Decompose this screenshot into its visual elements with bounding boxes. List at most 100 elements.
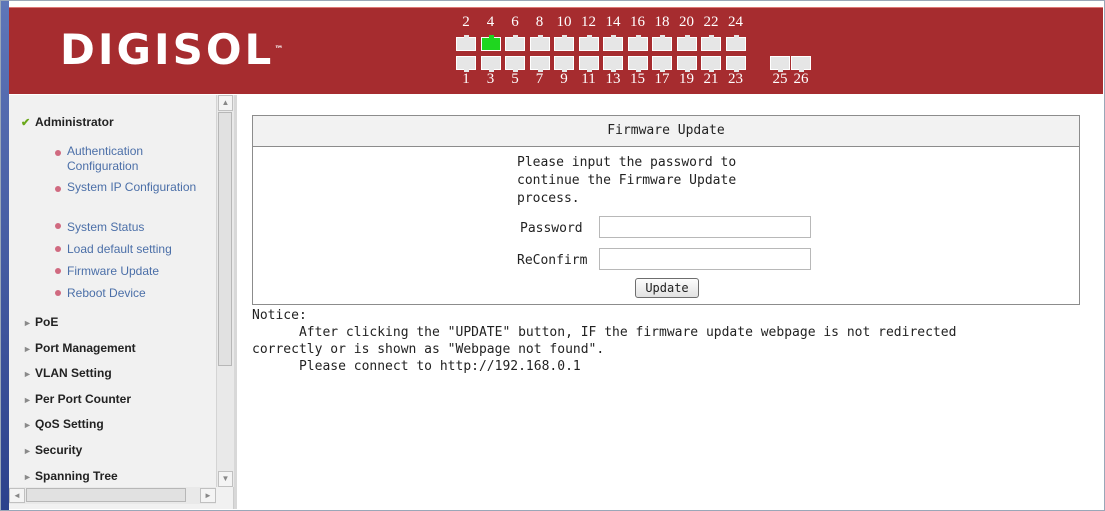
window-edge [1,1,9,510]
header-banner: DIGISOL™ 2 4 6 8 10 12 14 16 18 20 22 24 1 3 5 7 9 11 13 15… [9,7,1103,94]
port-number-label: 1 [462,71,470,87]
bullet-icon [55,268,61,274]
port-2-icon[interactable] [456,35,476,51]
sidebar-sub-system-status[interactable]: System Status [67,220,207,235]
sidebar-vertical-scrollbar[interactable]: ▲ ▼ [216,95,234,487]
port-3-icon[interactable] [480,56,501,72]
sidebar-sub-reboot[interactable]: Reboot Device [67,286,207,301]
scroll-thumb[interactable] [218,112,232,366]
sidebar-sub-authentication[interactable]: Authentication Configuration [67,144,207,174]
password-label: Password [520,221,583,236]
bullet-icon [55,290,61,296]
sidebar-item-security[interactable]: ► Security [23,443,82,457]
arrow-right-icon: ► [23,318,32,328]
port-4-icon[interactable] [480,35,501,51]
port-number-label: 5 [511,71,519,87]
port-1-icon[interactable] [456,56,476,72]
port-24-icon[interactable] [725,35,746,51]
notice-title: Notice: [252,308,307,323]
panel-title: Firmware Update [253,116,1079,147]
sidebar-item-poe[interactable]: ► PoE [23,315,58,329]
port-number-label: 15 [630,71,645,87]
port-number-label: 16 [630,14,645,30]
sidebar-horizontal-scrollbar[interactable]: ◄ ► [9,487,216,504]
port-number-label: 24 [728,14,743,30]
arrow-right-icon: ► [23,472,32,482]
port-13-icon[interactable] [603,56,623,72]
browser-frame: DIGISOL™ 2 4 6 8 10 12 14 16 18 20 22 24 1 3 5 7 9 11 13 15… [0,0,1105,511]
notice-block: Notice: After clicking the "UPDATE" butt… [252,307,1092,375]
port-number-label: 8 [535,14,544,30]
port-15-icon[interactable] [627,56,648,72]
sidebar-sub-load-default[interactable]: Load default setting [67,242,207,257]
reconfirm-input[interactable] [599,248,811,270]
sidebar: ✔ Administrator Authentication Configurat… [9,95,234,509]
digisol-logo: DIGISOL™ [47,28,283,72]
arrow-right-icon: ► [23,446,32,456]
port-7-icon[interactable] [529,56,550,72]
port-12-icon[interactable] [578,35,599,51]
port-6-icon[interactable] [505,35,525,51]
port-number-label: 9 [560,71,568,87]
sidebar-item-spanning-tree[interactable]: ► Spanning Tree [23,469,118,483]
port-18-icon[interactable] [652,35,672,51]
main-content: Firmware Update Please input the passwor… [234,95,1104,509]
port-number-label: 23 [728,71,743,87]
arrow-right-icon: ► [23,420,32,430]
scroll-up-icon[interactable]: ▲ [218,95,233,111]
port-19-icon[interactable] [676,56,697,72]
port-number-label: 18 [654,14,670,30]
sidebar-item-vlan-setting[interactable]: ► VLAN Setting [23,366,112,380]
port-number-label: 11 [581,71,596,87]
port-23-icon[interactable] [725,56,746,72]
port-11-icon[interactable] [578,56,599,72]
port-number-label: 17 [654,71,670,87]
port-number-label: 19 [679,71,694,87]
port-16-icon[interactable] [627,35,648,51]
sidebar-sub-firmware-update[interactable]: Firmware Update [67,264,207,279]
notice-line: correctly or is shown as "Webpage not fo… [252,342,605,357]
port-number-label: 7 [535,71,544,87]
port-22-icon[interactable] [701,35,721,51]
arrow-right-icon: ► [23,344,32,354]
port-number-label: 10 [556,14,572,30]
sidebar-item-qos-setting[interactable]: ► QoS Setting [23,417,104,431]
bullet-icon [55,246,61,252]
instruction-text: Please input the password to continue th… [517,155,737,206]
port-9-icon[interactable] [554,56,574,72]
scroll-down-icon[interactable]: ▼ [218,471,233,487]
sidebar-item-administrator[interactable]: ✔ Administrator [21,115,114,129]
port-10-icon[interactable] [554,35,574,51]
port-number-label: 13 [605,71,621,87]
reconfirm-label: ReConfirm [517,253,588,268]
notice-line: After clicking the "UPDATE" button, IF t… [252,325,957,340]
port-number-label: 3 [486,71,495,87]
port-21-icon[interactable] [701,56,721,72]
notice-line: Please connect to http://192.168.0.1 [252,359,581,374]
port-20-icon[interactable] [676,35,697,51]
port-number-label: 2 [462,14,470,30]
port-17-icon[interactable] [652,56,672,72]
scroll-thumb-horizontal[interactable] [26,488,186,502]
sidebar-item-per-port-counter[interactable]: ► Per Port Counter [23,392,131,406]
scroll-left-icon[interactable]: ◄ [9,488,25,503]
sidebar-sub-system-ip[interactable]: System IP Configuration [67,180,207,195]
port-number-label: 26 [793,71,809,87]
port-number-label: 12 [581,14,596,30]
port-5-icon[interactable] [505,56,525,72]
port-number-label: 14 [605,14,621,30]
sidebar-item-port-management[interactable]: ► Port Management [23,341,136,355]
bullet-icon [55,223,61,229]
port-26-icon[interactable] [791,56,811,72]
port-25-icon[interactable] [770,56,790,72]
bullet-icon [55,150,61,156]
port-number-label: 21 [703,71,719,87]
arrow-right-icon: ► [23,395,32,405]
password-input[interactable] [599,216,811,238]
port-8-icon[interactable] [529,35,550,51]
scroll-right-icon[interactable]: ► [200,488,216,503]
update-button[interactable]: Update [635,278,699,298]
port-14-icon[interactable] [603,35,623,51]
firmware-update-panel: Firmware Update Please input the passwor… [252,115,1080,305]
logo-bars-icon [47,44,56,61]
